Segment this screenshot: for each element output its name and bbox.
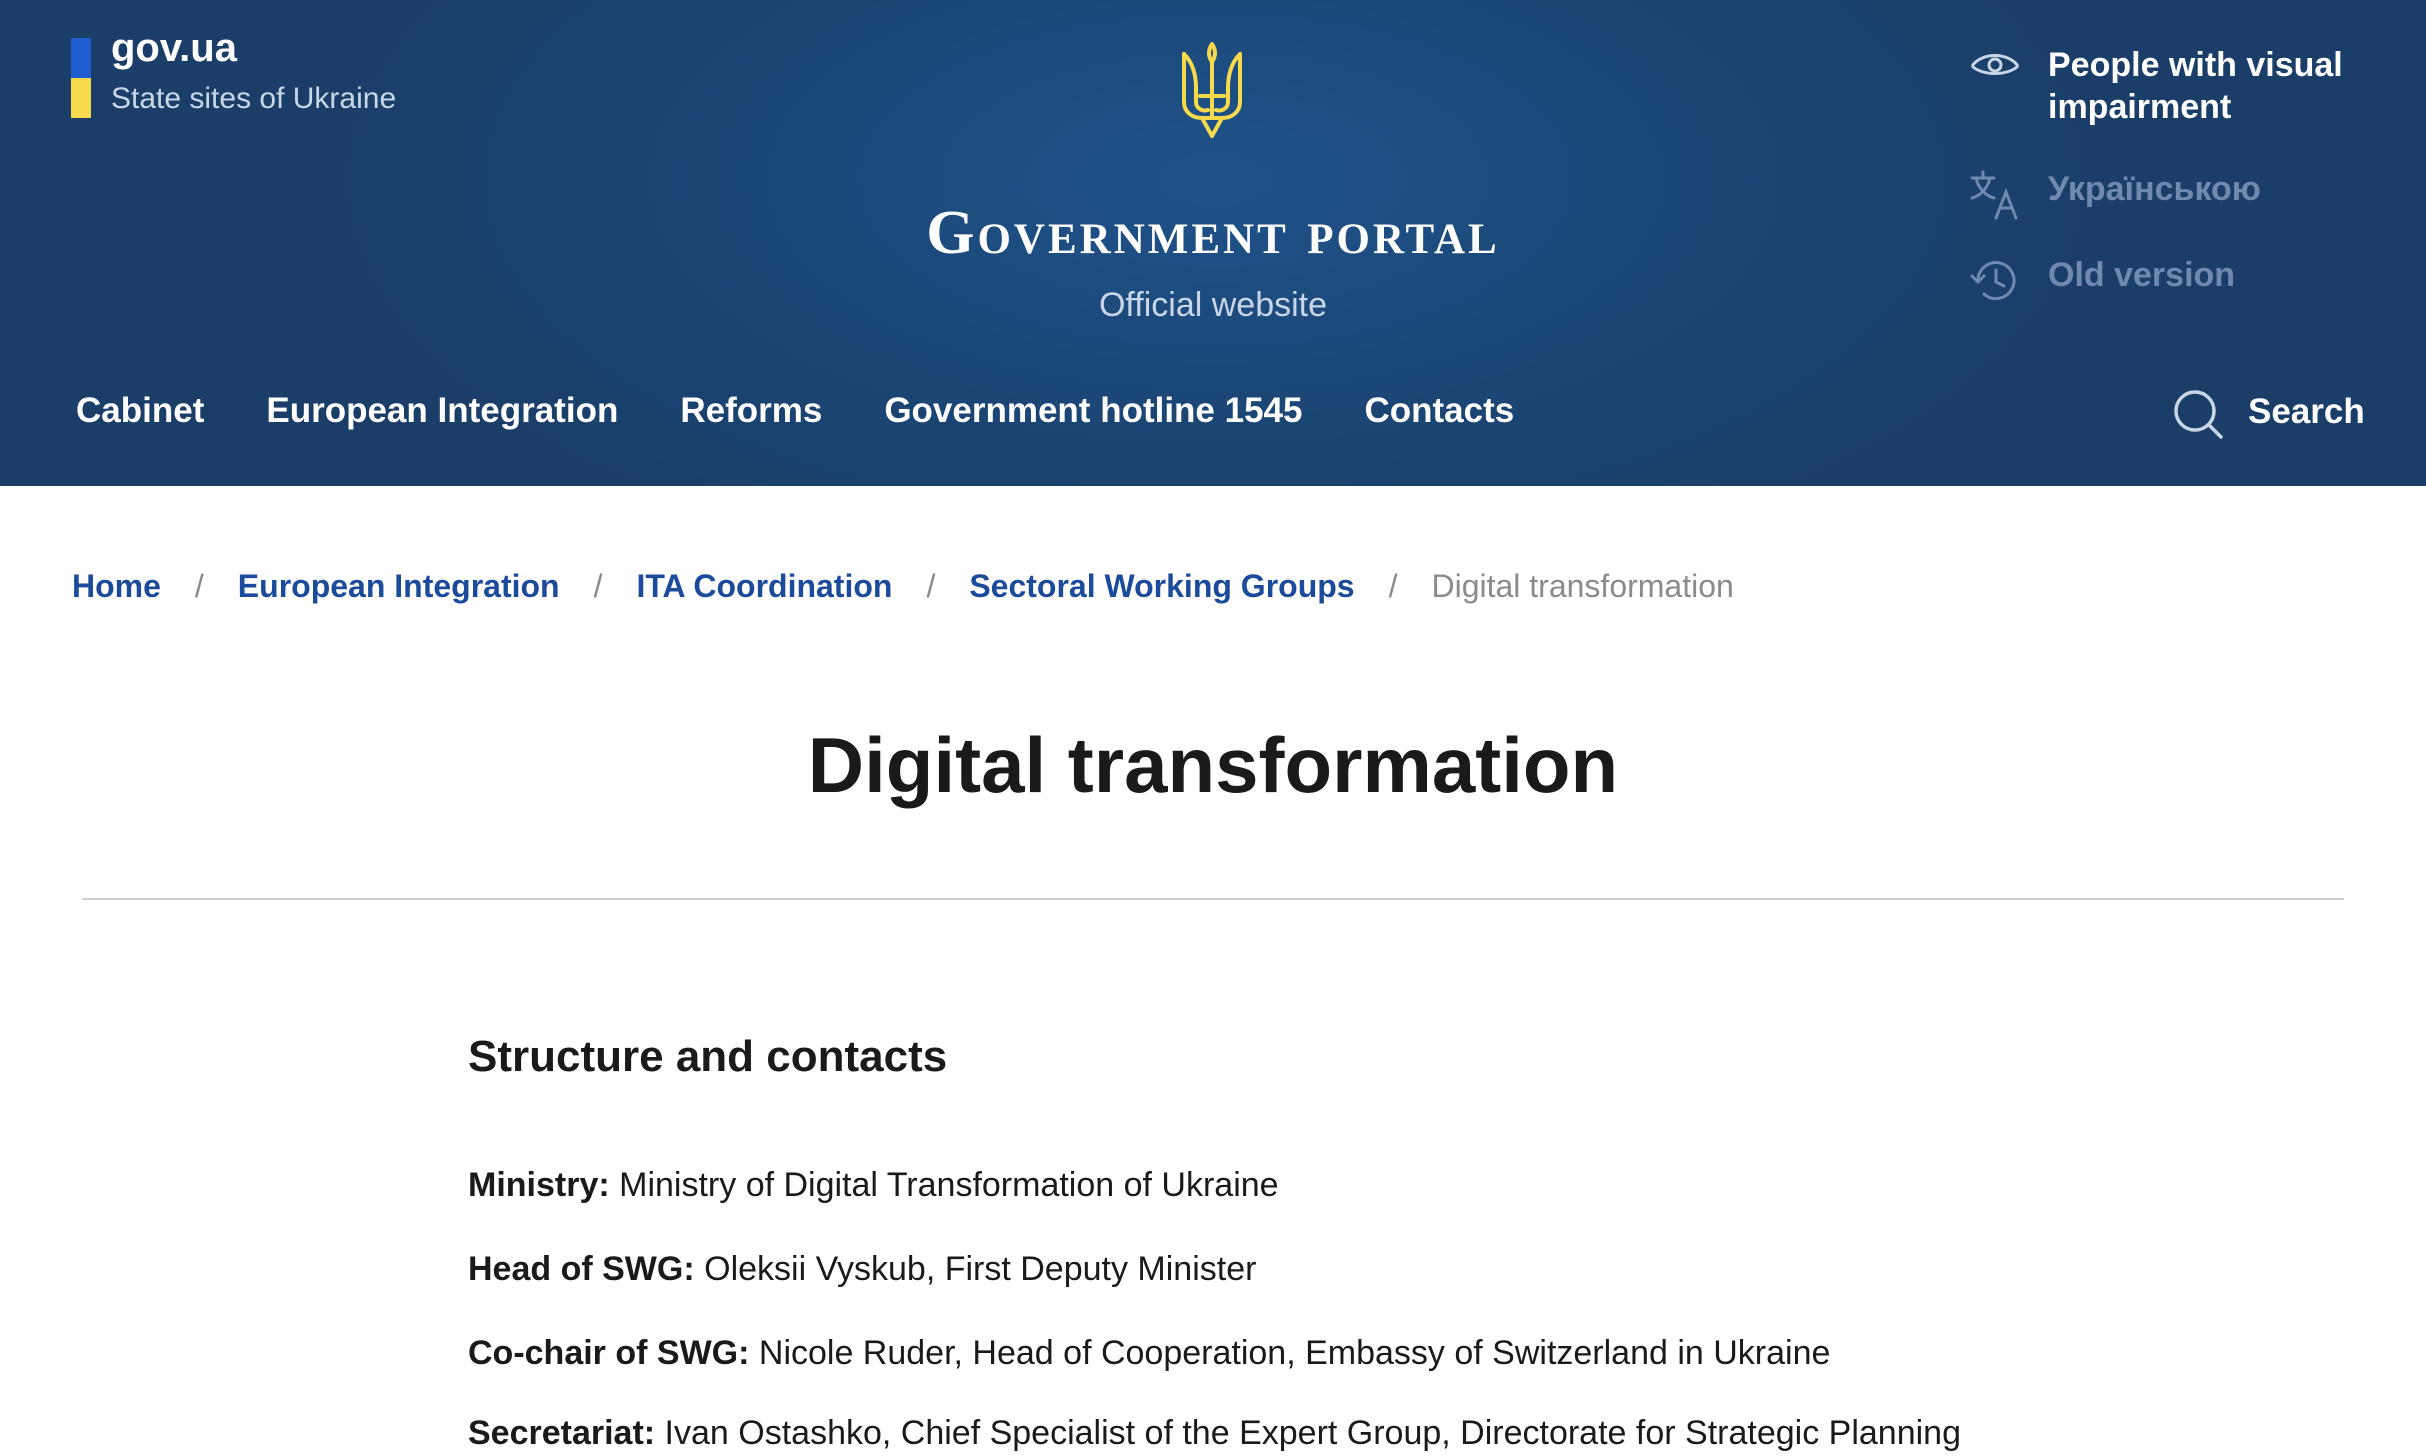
contact-row-ministry: Ministry: Ministry of Digital Transforma…	[468, 1162, 1279, 1208]
breadcrumb: Home / European Integration / ITA Coordinati…	[72, 566, 1734, 606]
breadcrumb-ita-coordination[interactable]: ITA Coordination	[636, 568, 892, 604]
nav-item-contacts[interactable]: Contacts	[1364, 386, 1514, 436]
nav-item-european-integration[interactable]: European Integration	[266, 386, 618, 436]
nav-item-cabinet[interactable]: Cabinet	[76, 386, 204, 436]
breadcrumb-separator: /	[194, 568, 204, 604]
breadcrumb-separator: /	[1388, 568, 1398, 604]
ukraine-flag-icon	[71, 38, 91, 118]
title-divider	[82, 898, 2344, 900]
page-title: Digital transformation	[807, 721, 1619, 809]
row-value: Nicole Ruder, Head of Cooperation, Embas…	[749, 1334, 1831, 1372]
row-label: Ministry:	[468, 1166, 610, 1204]
govua-subtitle: State sites of Ukraine	[111, 82, 397, 115]
language-label: Українською	[2048, 170, 2261, 208]
breadcrumb-european-integration[interactable]: European Integration	[238, 568, 560, 604]
old-version-label: Old version	[2048, 256, 2236, 294]
site-header: gov.ua State sites of Ukraine Government…	[0, 0, 2426, 486]
row-label: Co-chair of SWG:	[468, 1334, 750, 1372]
search-label: Search	[2248, 392, 2365, 431]
visual-impairment-label: People with visual impairment	[2048, 46, 2343, 126]
row-value: Oleksii Vyskub, First Deputy Minister	[694, 1250, 1257, 1288]
row-value: Ivan Ostashko, Chief Specialist of the E…	[655, 1414, 1961, 1452]
contact-row-secretariat: Secretariat: Ivan Ostashko, Chief Specia…	[468, 1410, 1961, 1456]
row-label: Head of SWG:	[468, 1250, 695, 1288]
row-value: Ministry of Digital Transformation of Uk…	[609, 1166, 1279, 1204]
nav-item-reforms[interactable]: Reforms	[680, 386, 822, 436]
section-title: Structure and contacts	[468, 1032, 948, 1081]
breadcrumb-separator: /	[593, 568, 603, 604]
breadcrumb-sectoral-working-groups[interactable]: Sectoral Working Groups	[969, 568, 1354, 604]
breadcrumb-home[interactable]: Home	[72, 568, 161, 604]
govua-title: gov.ua	[111, 26, 237, 70]
breadcrumb-current: Digital transformation	[1431, 568, 1734, 604]
translate-icon	[1970, 170, 2018, 220]
nav-item-government-hotline[interactable]: Government hotline 1545	[884, 386, 1302, 436]
search-icon	[2174, 390, 2223, 439]
trident-logo-icon[interactable]	[1178, 40, 1246, 140]
breadcrumb-separator: /	[926, 568, 936, 604]
main-nav: Cabinet European Integration Reforms Govern…	[76, 386, 1576, 436]
row-label: Secretariat:	[468, 1414, 656, 1452]
eye-icon	[1970, 54, 2020, 75]
history-icon	[1970, 261, 2016, 301]
contact-row-cochair: Co-chair of SWG: Nicole Ruder, Head of C…	[468, 1330, 1830, 1376]
contact-row-head: Head of SWG: Oleksii Vyskub, First Deput…	[468, 1246, 1256, 1292]
